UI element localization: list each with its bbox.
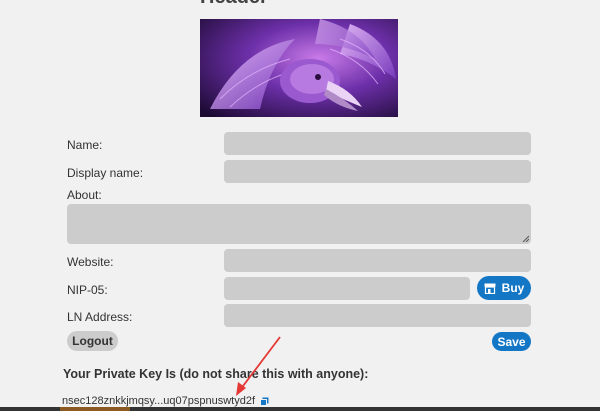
display-name-input[interactable] <box>224 160 531 183</box>
save-button[interactable]: Save <box>492 332 531 351</box>
private-key-heading: Your Private Key Is (do not share this w… <box>63 367 369 381</box>
name-input[interactable] <box>224 132 531 155</box>
nip05-label: NIP-05: <box>67 283 108 297</box>
about-textarea[interactable] <box>67 204 531 244</box>
website-input[interactable] <box>224 249 531 272</box>
buy-button[interactable]: Buy <box>477 276 531 300</box>
annotation-arrow-icon <box>236 336 281 396</box>
buy-button-label: Buy <box>501 281 525 295</box>
ln-address-input[interactable] <box>224 304 531 327</box>
logout-button[interactable]: Logout <box>67 331 118 351</box>
resize-grip-icon[interactable] <box>522 235 529 242</box>
website-label: Website: <box>67 255 114 269</box>
about-label: About: <box>67 188 102 202</box>
display-name-label: Display name: <box>67 166 144 180</box>
name-label: Name: <box>67 138 103 152</box>
nip05-input[interactable] <box>224 277 470 300</box>
ln-address-label: LN Address: <box>67 310 133 324</box>
store-icon <box>484 283 496 294</box>
private-key-value: nsec128znkkjmqsy...uq07pspnuswtyd2f <box>62 395 256 407</box>
page-title: Header <box>200 0 268 9</box>
banner-image <box>200 19 398 117</box>
bottom-bar-accent <box>60 407 130 411</box>
